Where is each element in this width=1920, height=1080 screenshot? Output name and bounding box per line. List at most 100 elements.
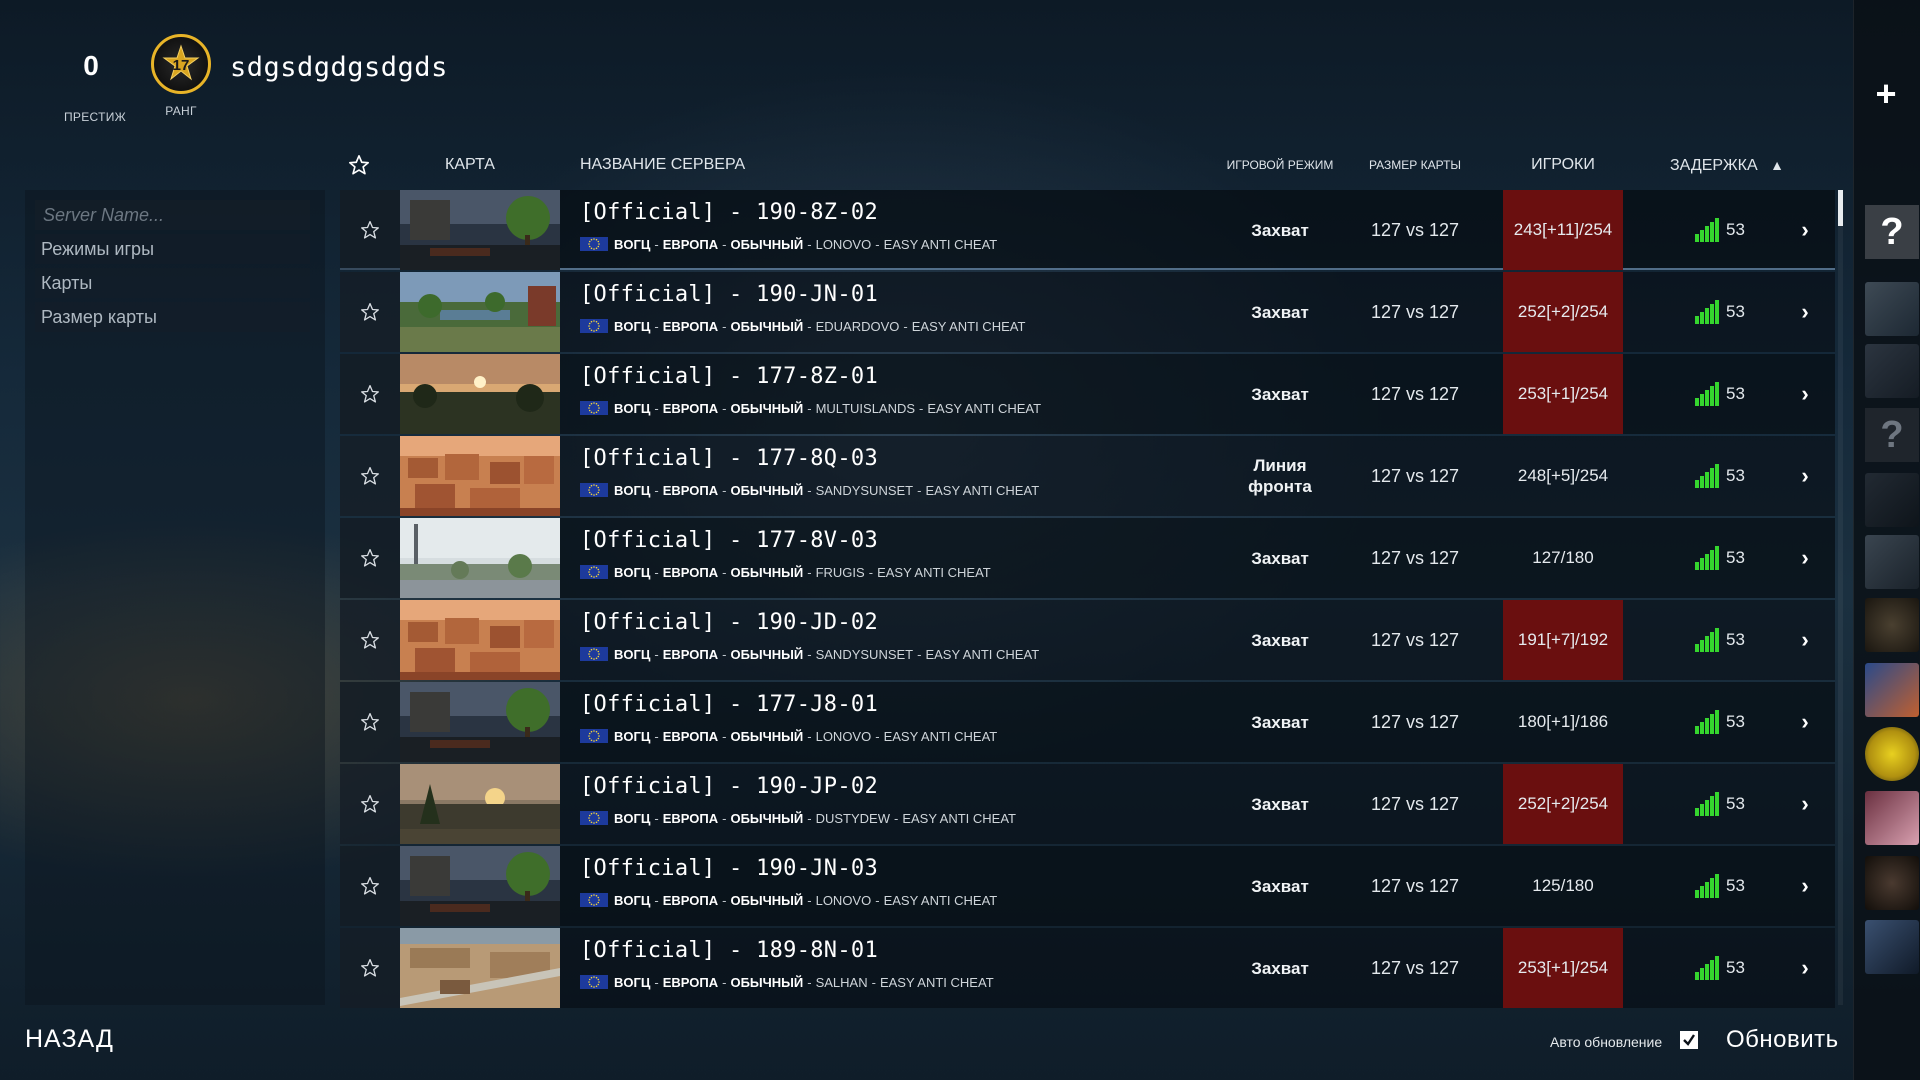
server-details: BOГЦ - ЕВРОПА - ОБЫЧНЫЙ - SALHAN - EASY ANTI CHE… — [580, 974, 994, 990]
friend-avatar[interactable] — [1865, 535, 1919, 589]
server-row[interactable]: [Official] - 190-JP-02 BOГЦ - ЕВРОПА - ОБЫЧНЫ… — [340, 764, 1835, 844]
server-row[interactable]: [Official] - 190-JN-03 BOГЦ - ЕВРОПА - ОБЫЧНЫ… — [340, 846, 1835, 926]
server-row[interactable]: [Official] - 177-J8-01 BOГЦ - ЕВРОПА - ОБЫЧНЫ… — [340, 682, 1835, 762]
chevron-right-icon[interactable]: › — [1790, 518, 1820, 598]
chevron-right-icon[interactable]: › — [1790, 272, 1820, 352]
server-row[interactable]: [Official] - 190-8Z-02 BOГЦ - ЕВРОПА - ОБЫЧНЫ… — [340, 190, 1835, 270]
favorite-star-icon[interactable] — [340, 928, 400, 1008]
refresh-button[interactable]: Обновить — [1726, 1026, 1839, 1054]
help-icon[interactable]: ? — [1865, 205, 1919, 259]
server-map-name: DUSTYDEW — [815, 810, 890, 826]
friend-avatar[interactable] — [1865, 920, 1919, 974]
server-row[interactable]: [Official] - 177-8Q-03 BOГЦ - ЕВРОПА - ОБЫЧНЫ… — [340, 436, 1835, 516]
column-server-name[interactable]: НАЗВАНИЕ СЕРВЕРА — [580, 150, 745, 180]
scrollbar-thumb[interactable] — [1838, 190, 1843, 226]
chevron-right-icon[interactable]: › — [1790, 682, 1820, 762]
separator: - — [722, 892, 727, 908]
favorite-star-icon[interactable] — [340, 846, 400, 926]
signal-strength-icon — [1695, 300, 1720, 324]
server-row[interactable]: [Official] - 177-8V-03 BOГЦ - ЕВРОПА - ОБЫЧНЫ… — [340, 518, 1835, 598]
help-icon[interactable]: ? — [1865, 408, 1919, 462]
server-anticheat: EASY ANTI CHEAT — [877, 564, 991, 580]
separator: - — [722, 318, 727, 334]
server-game: BOГЦ — [614, 728, 651, 744]
separator: - — [654, 482, 659, 498]
friend-avatar[interactable] — [1865, 598, 1919, 652]
favorite-star-icon[interactable] — [340, 764, 400, 844]
separator: - — [875, 892, 880, 908]
chevron-right-icon[interactable]: › — [1790, 436, 1820, 516]
separator: - — [722, 728, 727, 744]
friend-avatar[interactable] — [1865, 344, 1919, 398]
server-details: BOГЦ - ЕВРОПА - ОБЫЧНЫЙ - LONOVO - EASY ANTI CHE… — [580, 892, 997, 908]
server-row[interactable]: [Official] - 177-8Z-01 BOГЦ - ЕВРОПА - ОБЫЧНЫ… — [340, 354, 1835, 434]
filter-game-modes[interactable]: Режимы игры — [35, 234, 310, 264]
separator: - — [654, 646, 659, 662]
players-count: 253[+1]/254 — [1503, 928, 1623, 1008]
server-region: ЕВРОПА — [662, 646, 719, 662]
chevron-right-icon[interactable]: › — [1790, 846, 1820, 926]
favorite-star-icon[interactable] — [340, 190, 400, 270]
server-anticheat: EASY ANTI CHEAT — [902, 810, 1016, 826]
separator: - — [807, 974, 812, 990]
friend-avatar[interactable] — [1865, 282, 1919, 336]
favorite-star-icon[interactable] — [340, 354, 400, 434]
game-mode-label: Захват — [1251, 302, 1309, 322]
map-thumbnail — [400, 928, 560, 1008]
back-button[interactable]: НАЗАД — [25, 1025, 114, 1054]
favorite-star-icon[interactable] — [340, 272, 400, 352]
players-count: 127/180 — [1532, 548, 1594, 567]
favorite-star-icon[interactable] — [340, 436, 400, 516]
ping-value: 53 — [1726, 548, 1745, 567]
server-game: BOГЦ — [614, 974, 651, 990]
friend-avatar[interactable] — [1865, 473, 1919, 527]
separator: - — [871, 974, 876, 990]
separator: - — [654, 810, 659, 826]
filter-map-size[interactable]: Размер карты — [35, 302, 310, 332]
favorite-star-icon[interactable] — [340, 518, 400, 598]
server-name: [Official] - 190-JN-03 — [580, 856, 878, 881]
friend-avatar[interactable] — [1865, 663, 1919, 717]
server-row[interactable]: [Official] - 190-JN-01 BOГЦ - ЕВРОПА - ОБЫЧНЫ… — [340, 272, 1835, 352]
column-map-size[interactable]: РАЗМЕР КАРТЫ — [1350, 150, 1480, 180]
chevron-right-icon[interactable]: › — [1790, 190, 1820, 270]
map-thumbnail — [400, 190, 560, 270]
server-map-name: FRUGIS — [815, 564, 865, 580]
server-map-name: SALHAN — [815, 974, 868, 990]
column-players[interactable]: ИГРОКИ — [1503, 150, 1623, 180]
map-thumbnail — [400, 764, 560, 844]
eu-flag-icon — [580, 483, 608, 497]
friend-avatar[interactable] — [1865, 791, 1919, 845]
column-map[interactable]: КАРТА — [445, 150, 495, 180]
separator: - — [875, 236, 880, 252]
favorite-column-star-icon[interactable] — [348, 150, 378, 180]
game-mode: Линия фронта — [1210, 436, 1350, 516]
friend-avatar[interactable] — [1865, 856, 1919, 910]
chevron-right-icon[interactable]: › — [1790, 600, 1820, 680]
server-details: BOГЦ - ЕВРОПА - ОБЫЧНЫЙ - EDUARDOVO - EASY ANTI … — [580, 318, 1025, 334]
ping-cell: 53 — [1680, 846, 1760, 926]
map-size: 127 vs 127 — [1370, 220, 1460, 240]
chevron-right-icon[interactable]: › — [1790, 928, 1820, 1008]
separator: - — [722, 974, 727, 990]
signal-strength-icon — [1695, 546, 1720, 570]
server-list-scrollbar[interactable] — [1838, 190, 1843, 1005]
filter-maps[interactable]: Карты — [35, 268, 310, 298]
server-row[interactable]: [Official] - 189-8N-01 BOГЦ - ЕВРОПА - ОБЫЧНЫ… — [340, 928, 1835, 1008]
column-game-mode[interactable]: ИГРОВОЙ РЕЖИМ — [1210, 150, 1350, 180]
server-search-input[interactable] — [35, 200, 310, 230]
eu-flag-icon — [580, 647, 608, 661]
server-row[interactable]: [Official] - 190-JD-02 BOГЦ - ЕВРОПА - ОБЫЧНЫ… — [340, 600, 1835, 680]
server-type: ОБЫЧНЫЙ — [730, 646, 804, 662]
chevron-right-icon[interactable]: › — [1790, 354, 1820, 434]
add-friend-button[interactable]: + — [1866, 74, 1906, 114]
server-name: [Official] - 190-JN-01 — [580, 282, 878, 307]
friend-avatar[interactable] — [1865, 727, 1919, 781]
auto-refresh-checkbox[interactable] — [1680, 1031, 1698, 1049]
game-mode-label: Захват — [1251, 384, 1309, 404]
favorite-star-icon[interactable] — [340, 600, 400, 680]
column-ping[interactable]: ЗАДЕРЖКА ▲ — [1670, 150, 1784, 180]
favorite-star-icon[interactable] — [340, 682, 400, 762]
server-type: ОБЫЧНЫЙ — [730, 400, 804, 416]
chevron-right-icon[interactable]: › — [1790, 764, 1820, 844]
